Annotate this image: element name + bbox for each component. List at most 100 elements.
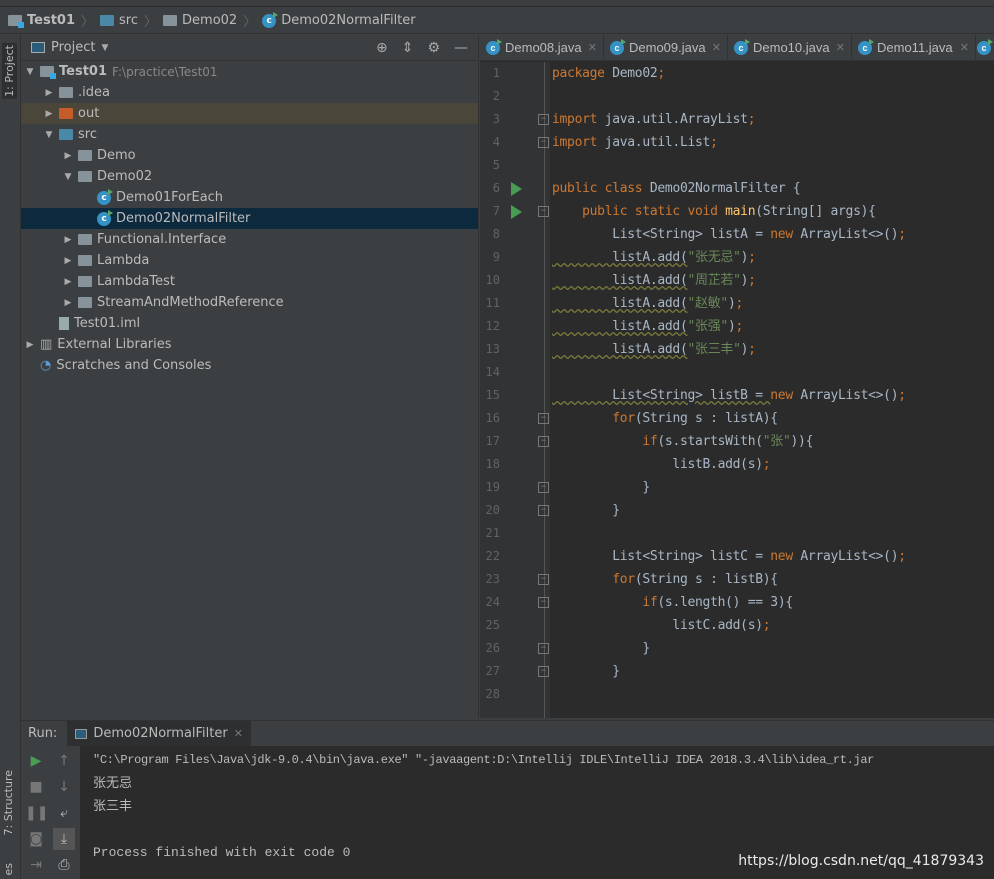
tree-item[interactable]: ▶ StreamAndMethodReference [21,292,478,313]
expand-right-icon[interactable]: ▶ [63,256,73,266]
code-token: if [642,434,658,449]
expand-right-icon[interactable]: ▶ [63,298,73,308]
fold-icon[interactable]: − [538,574,549,585]
close-icon[interactable]: ✕ [234,727,243,740]
close-icon[interactable]: ✕ [960,41,969,54]
tree-item[interactable]: c Demo01ForEach [21,187,478,208]
fold-icon[interactable]: − [538,206,549,217]
breadcrumb-class[interactable]: c Demo02NormalFilter [262,11,416,28]
tree-item[interactable]: Test01.iml [21,313,478,334]
expand-right-icon[interactable]: ▶ [44,88,54,98]
code-line: 23 − for(String s : listB){ [480,568,994,591]
editor-tab[interactable]: c Demo08.java ✕ [480,35,604,60]
breadcrumb-src[interactable]: src [100,13,138,28]
editor-tab[interactable]: c Demo11.java ✕ [852,35,976,60]
editor-tab[interactable]: c [976,35,993,60]
code-token: ArrayList<>() [800,388,899,403]
editor-tab[interactable]: c Demo10.java ✕ [728,35,852,60]
tree-item[interactable]: ◔ Scratches and Consoles [21,355,478,376]
pause-icon[interactable]: ❚❚ [25,802,48,824]
code-token: "张无忌" [687,250,741,265]
tree-item[interactable]: ▶ .idea [21,82,478,103]
code-text: if(s.length() == 3){ [552,591,793,614]
expand-right-icon[interactable]: ▶ [63,235,73,245]
expand-right-icon[interactable]: ▶ [63,151,73,161]
tree-item[interactable]: ▶ LambdaTest [21,271,478,292]
rerun-icon[interactable]: ▶ [25,750,47,772]
tree-item-label: out [78,106,100,121]
expand-right-icon[interactable]: ▶ [25,340,35,350]
fold-icon[interactable]: − [538,643,549,654]
up-arrow-icon[interactable]: ↑ [53,750,75,772]
tree-item[interactable]: ▼ Demo02 [21,166,478,187]
fold-icon[interactable]: − [538,137,549,148]
print-icon[interactable]: ⎙ [53,854,75,876]
fold-icon[interactable]: − [538,114,549,125]
fold-icon[interactable]: − [538,505,549,516]
line-number: 14 [485,365,500,379]
expand-right-icon[interactable]: ▶ [63,277,73,287]
down-arrow-icon[interactable]: ↓ [53,776,75,798]
line-number: 1 [492,66,500,80]
tree-item[interactable]: ▼ src [21,124,478,145]
class-icon: c [262,11,279,28]
exit-icon[interactable]: ⇥ [25,854,47,876]
tree-item[interactable]: ▶ ▥ External Libraries [21,334,478,355]
hide-icon[interactable]: — [454,40,468,56]
code-text: listC.add(s); [552,614,770,637]
gear-icon[interactable]: ⚙ [427,40,440,56]
expand-right-icon[interactable]: ▶ [44,109,54,119]
tree-item-label: Demo02NormalFilter [116,211,251,226]
tree-item[interactable]: ▶ Lambda [21,250,478,271]
editor-tab[interactable]: c Demo09.java ✕ [604,35,728,60]
run-tab[interactable]: Demo02NormalFilter ✕ [67,720,251,747]
fold-icon[interactable]: − [538,436,549,447]
expand-down-icon[interactable]: ▼ [25,67,35,77]
camera-icon[interactable]: ◙ [25,828,47,850]
separator: 〉 [243,15,257,30]
favorites-tool-tab[interactable]: es [2,863,15,876]
code-text: } [552,660,620,683]
close-icon[interactable]: ✕ [836,41,845,54]
project-tool-tab[interactable]: 1: Project [2,43,17,99]
code-token: "周芷若" [687,273,741,288]
stop-icon[interactable]: ■ [25,776,47,798]
breadcrumb-project[interactable]: Test01 [8,13,75,28]
fold-icon[interactable]: − [538,482,549,493]
separator: 〉 [81,15,95,30]
run-gutter-icon[interactable] [511,182,522,196]
tree-item[interactable]: c Demo02NormalFilter [21,208,478,229]
close-icon[interactable]: ✕ [588,41,597,54]
tree-item[interactable]: ▶ Functional.Interface [21,229,478,250]
code-line: 26 − } [480,637,994,660]
line-number: 24 [485,595,500,609]
fold-icon[interactable]: − [538,666,549,677]
tree-item[interactable]: ▶ out [21,103,478,124]
fold-icon[interactable]: − [538,413,549,424]
structure-tool-tab[interactable]: 7: Structure [2,770,15,835]
breadcrumb-package[interactable]: Demo02 [163,13,237,28]
line-number: 27 [485,664,500,678]
tree-item[interactable]: ▼ Test01 F:\practice\Test01 [21,61,478,82]
tree-item[interactable]: ▶ Demo [21,145,478,166]
soft-wrap-icon[interactable]: ⤶ [53,802,75,824]
locate-icon[interactable]: ⊕ [376,40,388,56]
close-icon[interactable]: ✕ [712,41,721,54]
expand-down-icon[interactable]: ▼ [63,172,73,182]
code-text: List<String> listC = new ArrayList<>(); [552,545,906,568]
scroll-to-end-icon[interactable]: ⤓ [53,828,75,850]
tab-label: Demo11.java [877,40,953,55]
expand-down-icon[interactable]: ▼ [44,130,54,140]
run-gutter-icon[interactable] [511,205,522,219]
breadcrumb-label: Demo02NormalFilter [281,13,416,28]
tab-label: Demo08.java [505,40,582,55]
code-token: } [552,480,650,495]
fold-icon[interactable]: − [538,597,549,608]
collapse-all-icon[interactable]: ⇕ [402,40,414,56]
package-icon [78,171,92,182]
project-view-selector[interactable]: Project [51,40,95,55]
code-area[interactable]: 1 package Demo02; 2 3− import java.util.Arra… [480,62,994,718]
console-line: 张无忌 [93,776,133,791]
chevron-down-icon[interactable]: ▼ [101,43,108,53]
